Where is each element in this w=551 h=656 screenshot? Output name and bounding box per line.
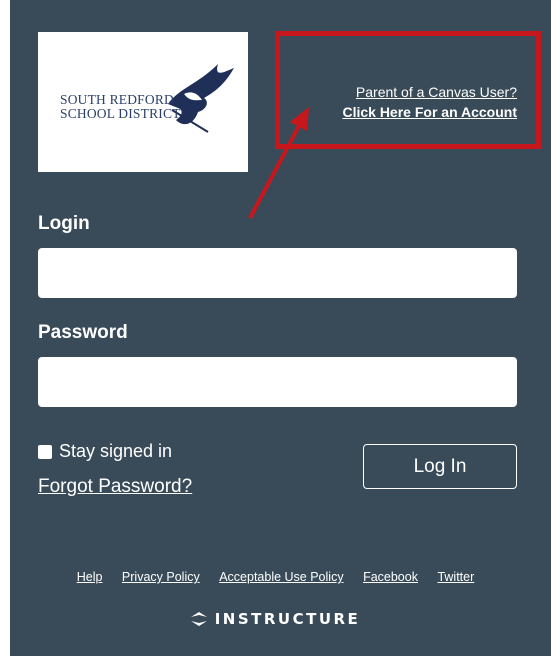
login-label: Login: [38, 213, 90, 234]
footer-link-privacy-policy[interactable]: Privacy Policy: [122, 570, 200, 584]
footer-link-acceptable-use-policy[interactable]: Acceptable Use Policy: [219, 570, 343, 584]
login-input[interactable]: [38, 248, 517, 298]
instructure-brand: INSTRUCTURE: [0, 610, 551, 628]
create-parent-account-link[interactable]: Click Here For an Account: [342, 102, 517, 122]
footer-link-facebook[interactable]: Facebook: [363, 570, 418, 584]
forgot-password-link[interactable]: Forgot Password?: [38, 476, 192, 498]
school-logo: SOUTH REDFORD SCHOOL DISTRICT: [38, 32, 248, 172]
footer-link-help[interactable]: Help: [77, 570, 103, 584]
parent-of-canvas-user-link[interactable]: Parent of a Canvas User?: [342, 82, 517, 102]
instructure-logo-icon: [190, 612, 207, 626]
stay-signed-in[interactable]: Stay signed in: [38, 441, 172, 462]
parent-account-links: Parent of a Canvas User? Click Here For …: [342, 82, 517, 122]
logo-line-2: SCHOOL DISTRICT: [60, 106, 181, 121]
stay-signed-in-label: Stay signed in: [59, 441, 173, 461]
footer-links: Help Privacy Policy Acceptable Use Polic…: [0, 570, 551, 584]
footer-link-twitter[interactable]: Twitter: [437, 570, 474, 584]
password-input[interactable]: [38, 357, 517, 407]
instructure-wordmark: INSTRUCTURE: [214, 610, 361, 628]
log-in-button[interactable]: Log In: [363, 444, 517, 489]
stay-signed-in-checkbox[interactable]: [38, 444, 52, 459]
password-label: Password: [38, 322, 128, 343]
logo-line-1: SOUTH REDFORD: [60, 92, 174, 107]
